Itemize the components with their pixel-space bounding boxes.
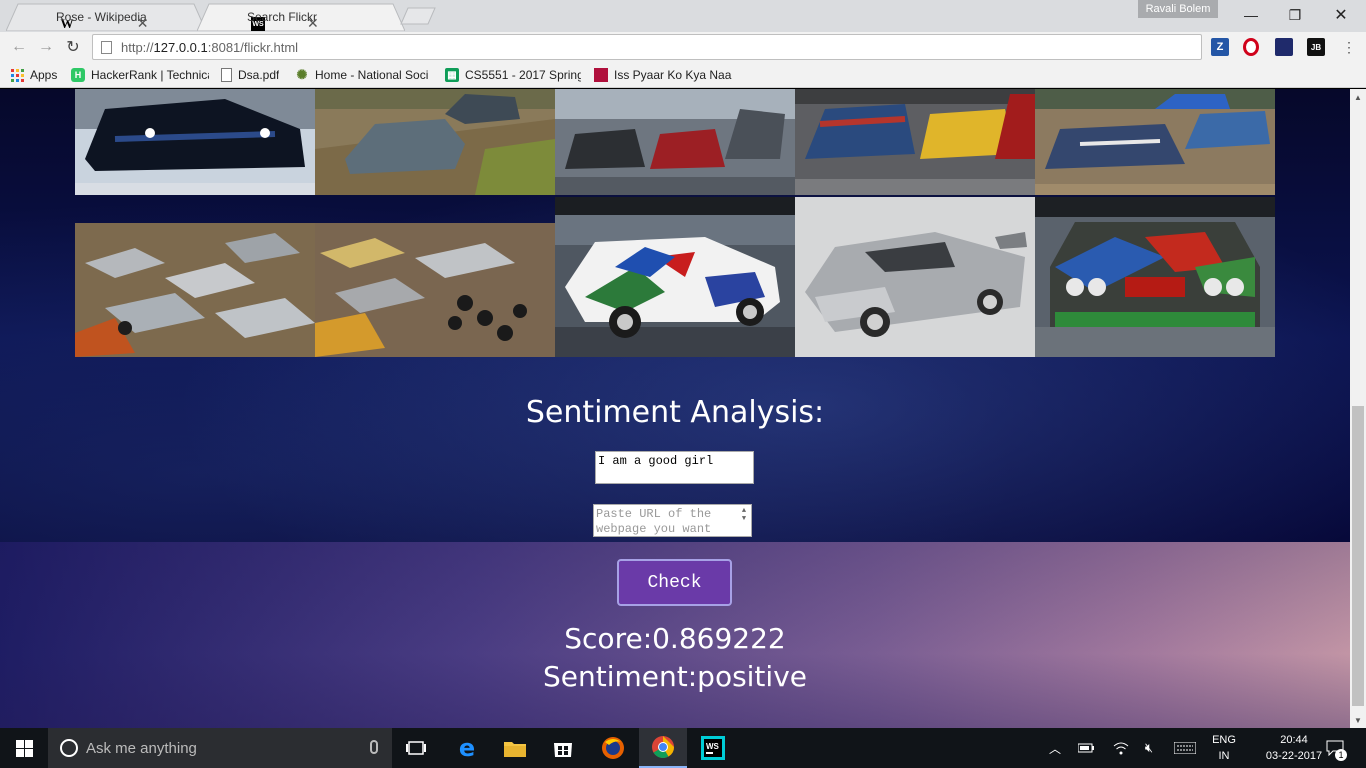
clock-date: 03-22-2017 xyxy=(1265,750,1323,762)
page-viewport: Sentiment Analysis: I am a good girl Pas… xyxy=(0,89,1350,728)
notification-count-badge: 1 xyxy=(1335,749,1347,761)
close-tab-icon[interactable]: ✕ xyxy=(137,16,149,30)
language-indicator[interactable]: ENG IN xyxy=(1208,732,1240,764)
clock[interactable]: 20:44 03-22-2017 xyxy=(1262,732,1326,764)
search-placeholder: Ask me anything xyxy=(86,739,197,757)
webpage-url-input[interactable]: Paste URL of the webpage you want ▲ ▼ xyxy=(593,504,752,537)
minimize-icon[interactable]: — xyxy=(1228,0,1274,30)
photo-art-car-bmw-front[interactable] xyxy=(1035,197,1275,357)
language-code: ENG xyxy=(1212,734,1236,746)
photo-race-car-night[interactable] xyxy=(75,89,315,195)
page-icon xyxy=(101,41,112,54)
new-tab-button[interactable] xyxy=(400,7,436,25)
task-view-icon[interactable] xyxy=(392,728,440,768)
score-result: Score:0.869222 xyxy=(564,622,786,655)
microphone-icon[interactable] xyxy=(370,740,378,754)
action-center-icon[interactable]: 1 xyxy=(1320,728,1350,768)
bookmark-cs5551[interactable]: ▦ CS5551 - 2017 Spring xyxy=(445,66,581,84)
forward-icon[interactable]: → xyxy=(35,36,57,58)
photo-muscle-cars-crash[interactable] xyxy=(795,89,1035,195)
sentiment-analysis-heading: Sentiment Analysis: xyxy=(525,395,825,430)
battery-icon[interactable] xyxy=(1075,728,1097,768)
address-bar[interactable]: http://127.0.0.1:8081/flickr.html xyxy=(92,34,1202,60)
scroll-spinner-icon[interactable]: ▲ ▼ xyxy=(739,507,749,523)
url-host: 127.0.0.1 xyxy=(153,39,208,55)
chrome-icon[interactable] xyxy=(639,728,687,768)
url-path: :8081/flickr.html xyxy=(207,39,299,55)
bookmark-label: HackerRank | Technica xyxy=(91,68,209,82)
wifi-icon[interactable] xyxy=(1110,728,1132,768)
cortana-icon xyxy=(60,739,78,757)
url-prefix: http:// xyxy=(121,39,154,55)
bookmark-label: Home - National Soci xyxy=(315,68,429,82)
show-hidden-icons-icon[interactable]: ︿ xyxy=(1045,728,1065,768)
apps-grid-icon xyxy=(10,68,24,82)
close-tab-icon[interactable]: ✕ xyxy=(307,16,319,30)
opera-extension-icon[interactable] xyxy=(1243,38,1259,56)
bookmark-iss-pyaar[interactable]: Iss Pyaar Ko Kya Naam xyxy=(594,66,732,84)
tab-search-flickr[interactable]: WS Search Flickr ✕ xyxy=(197,3,405,31)
photo-rally-cars-dirt[interactable] xyxy=(315,89,555,195)
svg-text:WS: WS xyxy=(706,742,720,751)
photo-wrecked-cars-pile[interactable] xyxy=(75,223,315,357)
bookmark-extension-icon[interactable] xyxy=(1275,38,1293,56)
bookmarks-bar: Apps H HackerRank | Technica Dsa.pdf ✺ H… xyxy=(0,62,1366,88)
tab-rose-wikipedia[interactable]: W Rose - Wikipedia ✕ xyxy=(6,3,206,31)
scrollbar-thumb[interactable] xyxy=(1352,406,1364,706)
restore-icon[interactable]: ❐ xyxy=(1272,0,1318,30)
tab-title: Rose - Wikipedia xyxy=(56,10,147,24)
start-button[interactable] xyxy=(0,728,48,768)
sentiment-result: Sentiment:positive xyxy=(543,660,807,693)
photo-art-car-bmw-side[interactable] xyxy=(555,197,795,357)
bookmark-apps[interactable]: Apps xyxy=(10,66,57,84)
sentiment-text-input[interactable]: I am a good girl xyxy=(595,451,754,484)
scroll-down-icon[interactable]: ▼ xyxy=(1350,712,1366,728)
cortana-search-box[interactable]: Ask me anything xyxy=(48,728,392,768)
edge-icon[interactable]: e xyxy=(443,728,491,768)
check-button[interactable]: Check xyxy=(617,559,732,606)
bookmark-label: Apps xyxy=(30,68,58,82)
bookmark-national-society[interactable]: ✺ Home - National Soci xyxy=(295,66,433,84)
photo-demolition-parking[interactable] xyxy=(555,89,795,195)
bookmark-hackerrank[interactable]: H HackerRank | Technica xyxy=(71,66,209,84)
language-region: IN xyxy=(1218,750,1230,762)
photo-silver-tuner-car[interactable] xyxy=(795,197,1035,357)
browser-toolbar: ← → ↻ http://127.0.0.1:8081/flickr.html … xyxy=(0,32,1366,62)
photo-demolition-derby-tires[interactable] xyxy=(315,223,555,357)
gallery-row xyxy=(75,89,1275,195)
store-icon[interactable] xyxy=(539,728,587,768)
file-explorer-icon[interactable] xyxy=(491,728,539,768)
gallery-row xyxy=(75,197,1275,357)
society-logo-icon: ✺ xyxy=(296,67,308,82)
bookmark-label: Iss Pyaar Ko Kya Naam xyxy=(614,68,732,82)
page-scrollbar[interactable]: ▲ ▼ xyxy=(1350,89,1366,728)
volume-muted-icon[interactable]: 🔇︎ xyxy=(1138,728,1160,768)
profile-name[interactable]: Ravali Bolem xyxy=(1138,0,1218,18)
menu-icon[interactable]: ⋮ xyxy=(1338,36,1360,58)
hackerrank-icon: H xyxy=(71,68,85,82)
firefox-icon[interactable] xyxy=(589,728,637,768)
document-icon xyxy=(221,68,232,82)
show-icon xyxy=(594,68,608,82)
jetbrains-extension-icon[interactable]: JB xyxy=(1307,38,1325,56)
close-window-icon[interactable]: ✕ xyxy=(1318,0,1364,30)
zotero-extension-icon[interactable]: Z xyxy=(1211,38,1229,56)
browser-titlebar: W Rose - Wikipedia ✕ WS Search Flickr ✕ … xyxy=(0,0,1366,32)
windows-taskbar: Ask me anything e WS ︿ 🔇︎ ENG IN 20:44 0… xyxy=(0,728,1366,768)
bookmark-label: Dsa.pdf xyxy=(238,68,280,82)
bookmark-dsa-pdf[interactable]: Dsa.pdf xyxy=(221,66,279,84)
scroll-up-icon[interactable]: ▲ xyxy=(1350,89,1366,105)
webstorm-taskbar-icon[interactable]: WS xyxy=(689,728,737,768)
keyboard-icon[interactable] xyxy=(1172,728,1198,768)
windows-logo-icon xyxy=(15,739,33,757)
url-input-placeholder: Paste URL of the webpage you want xyxy=(596,507,712,536)
reload-icon[interactable]: ↻ xyxy=(62,36,84,58)
bookmark-label: CS5551 - 2017 Spring xyxy=(465,68,581,82)
back-icon[interactable]: ← xyxy=(8,36,30,58)
photo-derby-cars-dust[interactable] xyxy=(1035,89,1275,195)
sheets-icon: ▦ xyxy=(445,68,459,82)
clock-time: 20:44 xyxy=(1280,734,1308,746)
